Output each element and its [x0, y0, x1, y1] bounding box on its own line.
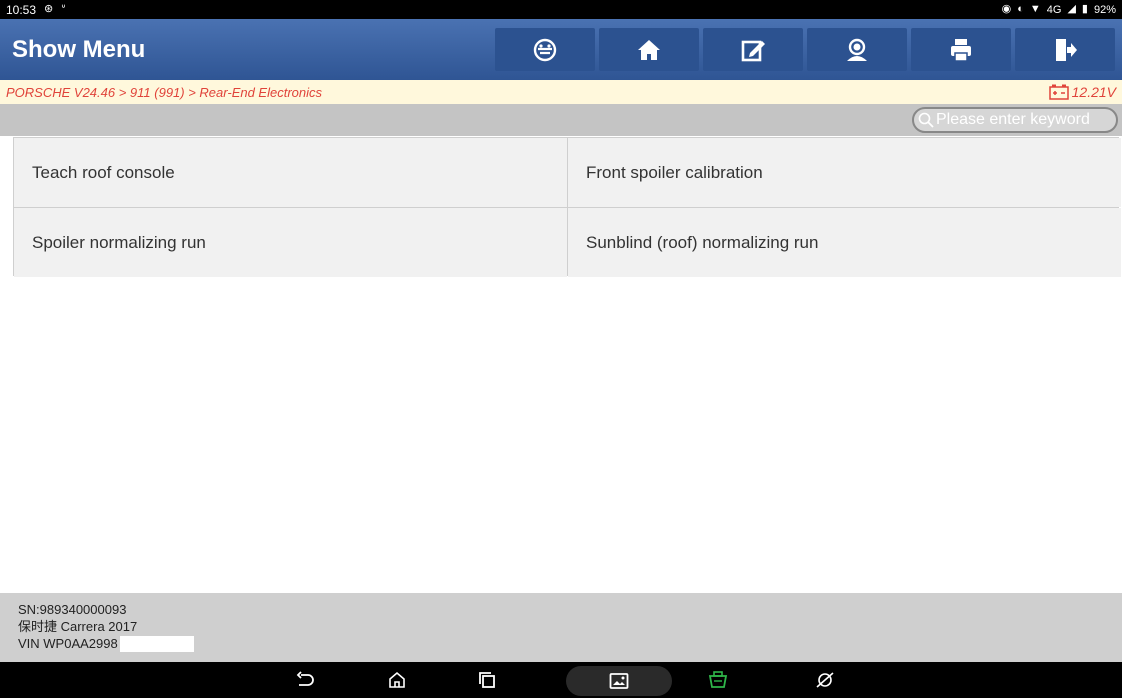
- edit-report-button[interactable]: [703, 28, 803, 71]
- app-header: Show Menu: [0, 19, 1122, 80]
- network-type: 4G: [1046, 3, 1062, 16]
- edit-note-icon: [741, 40, 765, 61]
- battery-voltage: 12.21V: [1048, 84, 1116, 100]
- search-box: [912, 107, 1118, 133]
- menu-item-teach-roof-console[interactable]: Teach roof console: [14, 138, 567, 207]
- vehicle-button[interactable]: [495, 28, 595, 71]
- page-title: Show Menu: [12, 35, 146, 63]
- home-button[interactable]: [599, 28, 699, 71]
- back-icon: [296, 671, 314, 686]
- navigation-bar: [0, 662, 1122, 698]
- support-icon: [847, 38, 867, 61]
- search-input[interactable]: [934, 111, 1114, 129]
- menu-item-front-spoiler-calibration[interactable]: Front spoiler calibration: [568, 138, 1121, 207]
- vehicle-model: 保时捷 Carrera 2017: [18, 619, 138, 634]
- print-button[interactable]: [911, 28, 1011, 71]
- print-icon: [951, 38, 971, 62]
- menu-item-spoiler-normalizing-run[interactable]: Spoiler normalizing run: [14, 208, 567, 277]
- gallery-icon: [609, 673, 629, 689]
- back-button[interactable]: [294, 670, 316, 690]
- vibrate-icon: ◐: [1017, 3, 1024, 15]
- signal-icon: ◢: [1067, 3, 1076, 15]
- search-icon: [918, 112, 934, 128]
- vehicle-info-footer: SN:989340000093 保时捷 Carrera 2017 VIN WP0…: [0, 593, 1122, 662]
- recents-button[interactable]: [476, 670, 498, 690]
- vci-button[interactable]: [707, 670, 729, 690]
- support-button[interactable]: [807, 28, 907, 71]
- search-bar: [0, 104, 1122, 136]
- wifi-icon: ▼: [1029, 3, 1041, 15]
- vehicle-icon: [533, 38, 557, 61]
- recents-icon: [479, 672, 495, 688]
- usb-icon: ᐡ: [61, 3, 66, 15]
- breadcrumb: PORSCHE V24.46 > 911 (991) > Rear-End El…: [0, 80, 1122, 104]
- voltage-value: 12.21V: [1071, 84, 1116, 100]
- status-bar: 10:53 ⊛ ᐡ ◉ ◐ ▼ 4G ◢ ▮ 92%: [0, 0, 1122, 19]
- vin-row: VIN WP0AA2998: [18, 635, 1122, 652]
- home-outline-icon: [389, 671, 405, 688]
- location-icon: ◉: [1001, 3, 1012, 15]
- screenshot-button[interactable]: [566, 666, 672, 696]
- battery-level: 92%: [1093, 3, 1116, 16]
- vin-redaction: [119, 635, 194, 652]
- car-battery-icon: [1048, 84, 1069, 100]
- home-icon: [638, 39, 660, 60]
- menu-grid: Teach roof console Front spoiler calibra…: [13, 137, 1121, 277]
- exit-button[interactable]: [1015, 28, 1115, 71]
- planet-icon: [816, 672, 834, 688]
- serial-number: SN:989340000093: [18, 602, 127, 617]
- status-time: 10:53: [6, 2, 37, 17]
- vci-connector-icon: [708, 671, 728, 688]
- breadcrumb-path: PORSCHE V24.46 > 911 (991) > Rear-End El…: [6, 84, 323, 100]
- battery-icon: ▮: [1081, 3, 1088, 15]
- exit-icon: [1056, 38, 1077, 61]
- settings-circle-icon: ⊛: [44, 3, 54, 15]
- browser-button[interactable]: [814, 670, 836, 690]
- menu-item-sunblind-normalizing-run[interactable]: Sunblind (roof) normalizing run: [568, 208, 1121, 277]
- vin-number: VIN WP0AA2998: [18, 636, 118, 651]
- home-nav-button[interactable]: [386, 670, 408, 690]
